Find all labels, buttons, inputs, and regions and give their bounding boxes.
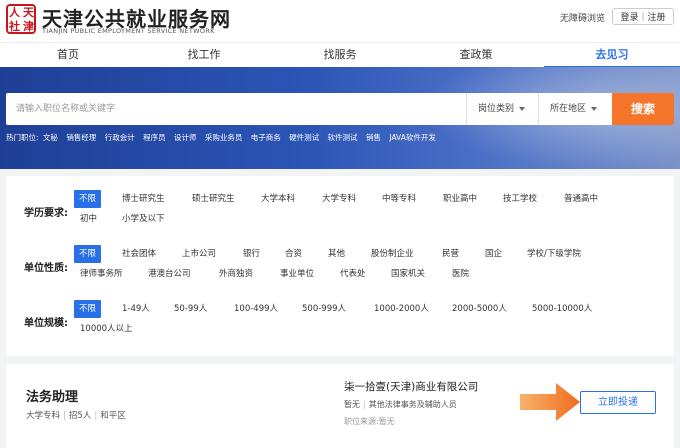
filter-option[interactable]: 国家机关 — [391, 265, 425, 283]
arrow-right-icon — [520, 383, 580, 421]
site-logo[interactable]: 人 天 社 津 — [6, 4, 36, 34]
unit-size-filter-label: 单位规模: — [24, 318, 68, 329]
filter-option-selected[interactable]: 不限 — [74, 245, 102, 263]
job-education: 大学专科 — [26, 411, 61, 421]
login-link[interactable]: 登录 — [620, 10, 638, 23]
nav-item-internship[interactable]: 去见习 — [544, 43, 680, 68]
chevron-down-icon — [591, 106, 598, 111]
hot-job-link[interactable]: 文秘 — [43, 133, 58, 142]
filter-option[interactable]: 大学本科 — [261, 190, 295, 208]
unit-type-filter-label: 单位性质: — [24, 263, 68, 274]
meta-separator: | — [94, 411, 98, 421]
hot-job-link[interactable]: 销售经理 — [66, 133, 96, 142]
hot-job-link[interactable]: 采购业务员 — [205, 133, 243, 142]
filter-option[interactable]: 5000-10000人 — [532, 300, 592, 318]
auth-box: 登录 | 注册 — [612, 8, 674, 25]
education-filter-label: 学历要求: — [24, 208, 68, 219]
accessibility-link[interactable]: 无障碍浏览 — [560, 11, 605, 24]
meta-separator: | — [63, 411, 66, 421]
filter-option[interactable]: 港澳台公司 — [148, 265, 191, 283]
hot-jobs: 热门职位: 文秘 销售经理 行政会计 程序员 设计师 采购业务员 电子商务 硬件… — [6, 132, 442, 143]
logo-char: 津 — [23, 20, 34, 33]
hot-job-link[interactable]: 设计师 — [174, 133, 197, 142]
meta-separator: | — [363, 400, 366, 409]
hot-job-link[interactable]: 软件测试 — [328, 133, 358, 142]
company-industry: 其他法律事务及辅助人员 — [368, 400, 457, 409]
filter-option[interactable]: 50-99人 — [174, 300, 207, 318]
job-district: 和平区 — [100, 411, 126, 421]
nav-item-find-job[interactable]: 找工作 — [136, 43, 272, 68]
hot-job-link[interactable]: 电子商务 — [251, 133, 281, 142]
filter-option-selected[interactable]: 不限 — [74, 190, 102, 208]
nav-item-find-service[interactable]: 找服务 — [272, 43, 408, 68]
job-meta: 大学专科 | 招5人 | 和平区 — [26, 409, 126, 421]
filter-option[interactable]: 国企 — [485, 245, 502, 263]
filter-option[interactable]: 律师事务所 — [80, 265, 123, 283]
region-select[interactable]: 所在地区 — [538, 93, 612, 125]
filter-option-selected[interactable]: 不限 — [74, 300, 102, 318]
hot-job-link[interactable]: 程序员 — [143, 133, 166, 142]
filter-option[interactable]: 其他 — [328, 245, 345, 263]
filter-option[interactable]: 社会团体 — [122, 245, 156, 263]
filter-option[interactable]: 500-999人 — [302, 300, 346, 318]
filter-option[interactable]: 博士研究生 — [122, 190, 165, 208]
hot-job-link[interactable]: 行政会计 — [105, 133, 135, 142]
filter-option[interactable]: 1000-2000人 — [374, 300, 429, 318]
hot-job-link[interactable]: 硬件测试 — [289, 133, 319, 142]
filter-option[interactable]: 职业高中 — [443, 190, 477, 208]
hot-job-link[interactable]: 销售 — [366, 133, 381, 142]
site-subtitle: TIANJIN PUBLIC EMPLOYMENT SERVICE NETWOR… — [42, 27, 215, 35]
hot-jobs-label: 热门职位: — [6, 133, 39, 142]
job-title[interactable]: 法务助理 — [26, 386, 78, 405]
filter-option[interactable]: 股份制企业 — [371, 245, 414, 263]
filter-option[interactable]: 1-49人 — [122, 300, 150, 318]
hot-job-link[interactable]: JAVA软件开发 — [389, 133, 436, 142]
job-headcount: 招5人 — [68, 411, 92, 421]
filter-option[interactable]: 合资 — [285, 245, 302, 263]
chevron-down-icon — [519, 106, 526, 111]
search-button[interactable]: 搜索 — [612, 93, 674, 125]
filter-panel: 学历要求: 不限 博士研究生 硕士研究生 大学本科 大学专科 中等专科 职业高中… — [6, 176, 674, 356]
search-banner: 岗位类别 所在地区 搜索 — [0, 67, 680, 169]
nav-item-policy[interactable]: 查政策 — [408, 43, 544, 68]
logo-char: 人 — [9, 6, 20, 19]
company-status: 暂无 — [344, 400, 360, 409]
category-select-label: 岗位类别 — [478, 104, 515, 114]
nav-item-home[interactable]: 首页 — [0, 43, 136, 68]
filter-option[interactable]: 外商独资 — [219, 265, 253, 283]
filter-option[interactable]: 硕士研究生 — [192, 190, 235, 208]
filter-option[interactable]: 中等专科 — [382, 190, 416, 208]
logo-char: 天 — [23, 6, 34, 19]
filter-option[interactable]: 小学及以下 — [122, 210, 165, 228]
company-meta: 暂无 | 其他法律事务及辅助人员 — [344, 399, 457, 410]
filter-option[interactable]: 民营 — [442, 245, 459, 263]
category-select[interactable]: 岗位类别 — [466, 93, 538, 125]
filter-option[interactable]: 普通高中 — [564, 190, 598, 208]
filter-option[interactable]: 学校/下级学院 — [527, 245, 581, 263]
auth-separator: | — [641, 11, 645, 22]
company-name[interactable]: 柒一拾壹(天津)商业有限公司 — [344, 379, 478, 394]
filter-option[interactable]: 2000-5000人 — [452, 300, 507, 318]
main-nav: 首页 找工作 找服务 查政策 去见习 — [0, 42, 680, 68]
filter-option[interactable]: 技工学校 — [503, 190, 537, 208]
job-card[interactable]: 法务助理 大学专科 | 招5人 | 和平区 柒一拾壹(天津)商业有限公司 暂无 | 其他法律… — [6, 364, 674, 448]
filter-option[interactable]: 代表处 — [340, 265, 366, 283]
region-select-label: 所在地区 — [550, 104, 587, 114]
filter-option[interactable]: 大学专科 — [322, 190, 356, 208]
site-header: 人 天 社 津 天津公共就业服务网 TIANJIN PUBLIC EMPLOYM… — [0, 0, 680, 42]
filter-option[interactable]: 银行 — [243, 245, 260, 263]
filter-option[interactable]: 事业单位 — [280, 265, 314, 283]
apply-button[interactable]: 立即投递 — [580, 391, 656, 414]
filter-option[interactable]: 100-499人 — [234, 300, 278, 318]
logo-char: 社 — [9, 20, 20, 33]
search-bar: 岗位类别 所在地区 搜索 — [6, 93, 674, 125]
job-source: 职位来源:暂无 — [344, 417, 395, 426]
filter-option[interactable]: 10000人以上 — [80, 320, 133, 338]
filter-option[interactable]: 初中 — [80, 210, 97, 228]
search-input[interactable] — [6, 93, 458, 125]
filter-option[interactable]: 上市公司 — [182, 245, 216, 263]
register-link[interactable]: 注册 — [648, 10, 666, 23]
filter-option[interactable]: 医院 — [452, 265, 469, 283]
